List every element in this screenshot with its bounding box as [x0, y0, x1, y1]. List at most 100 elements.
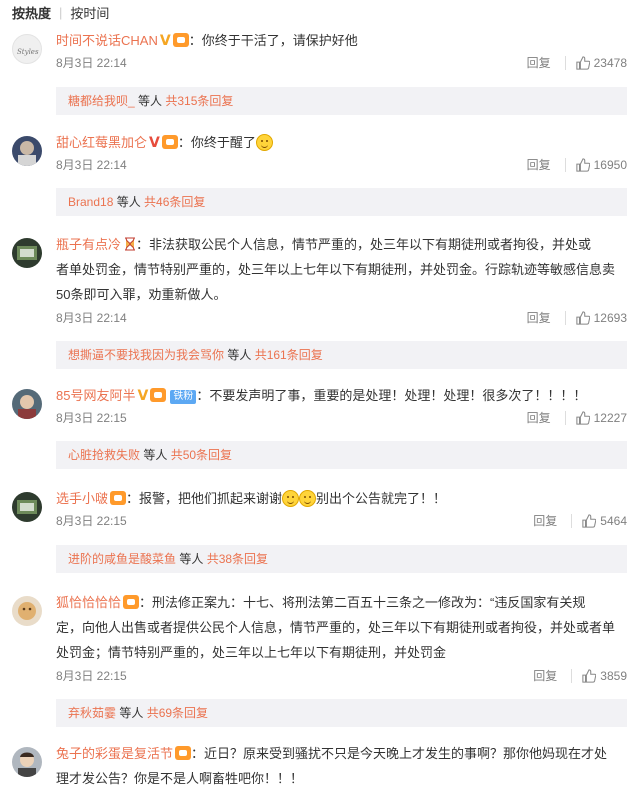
comment-item: 选手小啵 ：报警，把他们抓起来谢谢 别出个公告就完了！！ 8月3日 22:15 回复… [0, 486, 637, 576]
comment-item: 狐恰恰恰恰 ：刑法修正案九：十七、将刑法第二百五十三条之一修改为：“违反国家有关规… [0, 590, 637, 730]
divider [571, 513, 573, 528]
vip-crown-icon [172, 33, 189, 47]
reply-count[interactable]: 共38条回复 [207, 552, 268, 566]
reply-count[interactable]: 共315条回复 [165, 94, 233, 108]
comment-text-line-2: 理才发公告？你是不是人啊畜牲吧你！！！ [56, 771, 304, 786]
smiley-icon [282, 490, 300, 507]
divider [564, 310, 566, 325]
thumbs-up-icon[interactable] [575, 157, 590, 172]
like-count: 3859 [600, 668, 627, 683]
replies-summary[interactable]: 进阶的咸鱼是酸菜鱼 等人 共38条回复 [56, 545, 627, 573]
vip-crown-icon [123, 595, 140, 609]
comment-text-line-1: ：刑法修正案九：十七、将刑法第二百五十三条之一修改为：“违反国家有关规 [139, 595, 586, 610]
avatar[interactable]: Styles [12, 34, 42, 64]
reply-count[interactable]: 共46条回复 [144, 195, 205, 209]
hourglass-icon [125, 237, 136, 251]
thumbs-up-icon[interactable] [575, 55, 590, 70]
comment-username[interactable]: 兔子的彩蛋是复活节 [56, 746, 173, 761]
avatar[interactable] [12, 596, 42, 626]
avatar[interactable] [12, 136, 42, 166]
avatar-image-icon [17, 246, 37, 260]
sort-tabs: 按热度 | 按时间 [0, 0, 637, 24]
avatar-image-icon: Styles [17, 48, 39, 56]
comment-time: 8月3日 22:14 [56, 158, 127, 172]
vip-crown-icon [175, 746, 192, 760]
reply-users[interactable]: 进阶的咸鱼是酸菜鱼 [68, 552, 176, 566]
comment-username[interactable]: 85号网友阿半 [56, 388, 135, 403]
reply-count[interactable]: 共161条回复 [255, 348, 323, 362]
tab-divider: | [59, 4, 63, 20]
replies-summary[interactable]: 心脏抢救失败 等人 共50条回复 [56, 441, 627, 469]
comment-time: 8月3日 22:15 [56, 669, 127, 683]
replies-summary[interactable]: Brand18 等人 共46条回复 [56, 188, 627, 216]
tab-sort-by-time[interactable]: 按时间 [70, 3, 109, 22]
like-count: 5464 [600, 513, 627, 528]
reply-button[interactable]: 回复 [527, 156, 551, 173]
divider [564, 410, 566, 425]
reply-users[interactable]: 弃秋茹霎 [68, 706, 116, 720]
like-count: 12227 [593, 410, 627, 425]
reply-button[interactable]: 回复 [533, 512, 557, 529]
comment-time: 8月3日 22:14 [56, 56, 127, 70]
v-badge-icon: V [159, 33, 171, 49]
comment-text: ：你终于醒了 [177, 135, 256, 150]
comment-text: ：不要发声明了事，重要的是处理！处理！处理！很多次了！！！！ [196, 388, 587, 403]
reply-users[interactable]: 心脏抢救失败 [68, 448, 140, 462]
vip-crown-icon [110, 491, 127, 505]
reply-button[interactable]: 回复 [527, 54, 551, 71]
comment-text: ：报警，把他们抓起来谢谢 [126, 491, 283, 506]
tab-sort-by-hot[interactable]: 按热度 [12, 3, 51, 22]
reply-button[interactable]: 回复 [533, 667, 557, 684]
reply-users-suffix: 等人 [113, 195, 145, 209]
comment-text-line-3: 50条即可入罪，劝重新做人。 [56, 287, 227, 302]
smiley-icon [255, 134, 273, 151]
comment-username[interactable]: 甜心红莓黑加仑 [56, 135, 147, 150]
comment-text-line-2: 定，向他人出售或者提供公民个人信息，情节严重的，处三年以下有期徒刑或者拘役，并处… [56, 620, 616, 635]
vip-crown-icon [161, 135, 178, 149]
comment-username[interactable]: 选手小啵 [56, 491, 108, 506]
fan-tag-badge: 铁粉 [170, 390, 197, 404]
comment-time: 8月3日 22:14 [56, 311, 127, 325]
avatar-image-icon [18, 141, 36, 166]
avatar-image-icon [17, 500, 37, 514]
comment-username[interactable]: 瓶子有点冷 [56, 237, 121, 252]
reply-button[interactable]: 回复 [527, 309, 551, 326]
avatar[interactable] [12, 389, 42, 419]
avatar-image-icon [18, 395, 36, 419]
avatar[interactable] [12, 238, 42, 268]
avatar-image-icon [18, 602, 36, 620]
avatar[interactable] [12, 747, 42, 777]
reply-users[interactable]: 糖都给我呗_ [68, 94, 135, 108]
thumbs-up-icon[interactable] [582, 513, 597, 528]
reply-users-suffix: 等人 [224, 348, 255, 362]
reply-users-suffix: 等人 [140, 448, 171, 462]
like-count: 16950 [593, 157, 627, 172]
comment-text-line-1: ：近日？原来受到骚扰不只是今天晚上才发生的事啊？那你他妈现在才处 [191, 746, 608, 761]
like-count: 12693 [593, 310, 627, 325]
replies-summary[interactable]: 想撕逼不要找我因为我会骂你 等人 共161条回复 [56, 341, 627, 369]
reply-count[interactable]: 共50条回复 [171, 448, 232, 462]
vip-crown-icon [150, 388, 167, 402]
replies-summary[interactable]: 糖都给我呗_ 等人 共315条回复 [56, 87, 627, 115]
avatar[interactable] [12, 492, 42, 522]
thumbs-up-icon[interactable] [575, 410, 590, 425]
reply-users-suffix: 等人 [176, 552, 207, 566]
v-badge-icon: V [137, 388, 149, 404]
comment-text-continued: 别出个公告就完了！！ [316, 491, 447, 506]
comment-text-line-3: 处罚金；情节特别严重的，处三年以上七年以下有期徒刑，并处罚金 [56, 645, 447, 660]
reply-button[interactable]: 回复 [527, 409, 551, 426]
comment-time: 8月3日 22:15 [56, 411, 127, 425]
replies-summary[interactable]: 弃秋茹霎 等人 共69条回复 [56, 699, 627, 727]
thumbs-up-icon[interactable] [575, 310, 590, 325]
divider [564, 55, 566, 70]
reply-count[interactable]: 共69条回复 [147, 706, 208, 720]
comment-username[interactable]: 时间不说话CHAN [56, 33, 158, 48]
v-badge-icon: V [149, 135, 160, 151]
thumbs-up-icon[interactable] [582, 668, 597, 683]
reply-users[interactable]: Brand18 [68, 195, 113, 209]
comment-username[interactable]: 狐恰恰恰恰 [56, 595, 121, 610]
comment-item: 兔子的彩蛋是复活节 ：近日？原来受到骚扰不只是今天晚上才发生的事啊？那你他妈现在才… [0, 741, 637, 786]
reply-users[interactable]: 想撕逼不要找我因为我会骂你 [68, 348, 224, 362]
comment-item: 甜心红莓黑加仑 V ：你终于醒了 8月3日 22:14 回复 16950 Brand… [0, 130, 637, 220]
reply-users-suffix: 等人 [116, 706, 147, 720]
